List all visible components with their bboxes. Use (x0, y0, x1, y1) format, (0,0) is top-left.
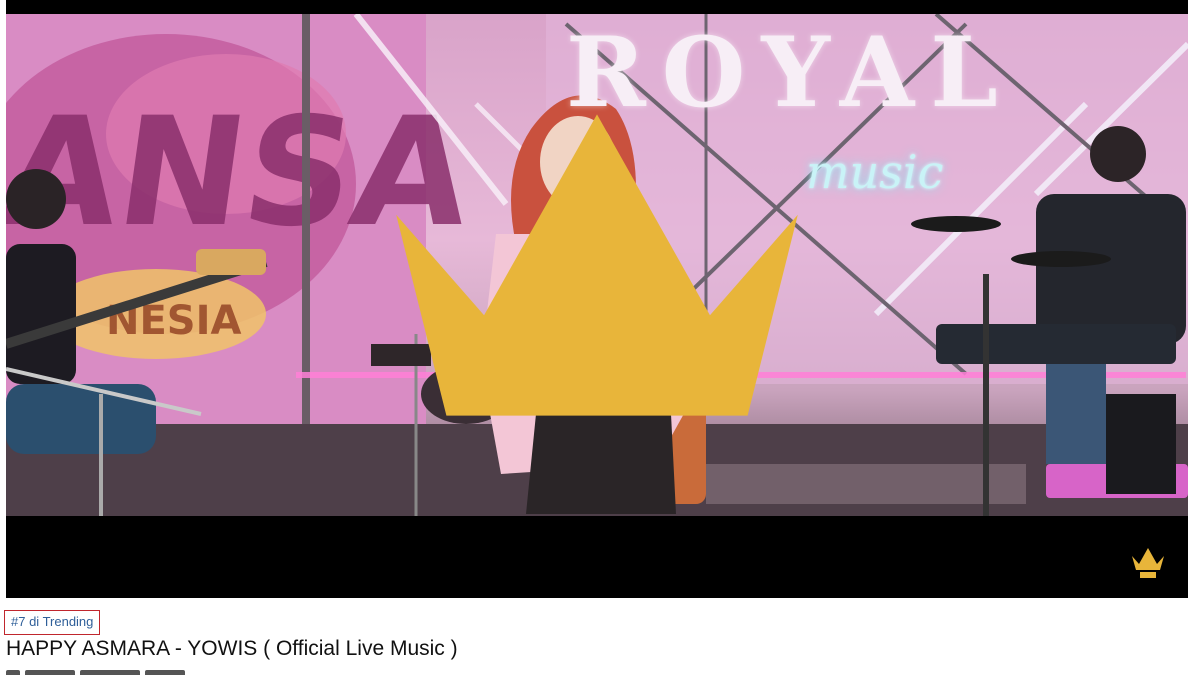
video-title: HAPPY ASMARA - YOWIS ( Official Live Mus… (6, 637, 458, 660)
video-player[interactable]: ANSA NESIA ROYAL music (6, 0, 1188, 598)
video-frame: ANSA NESIA ROYAL music (6, 14, 1188, 516)
video-meta-row (6, 670, 266, 675)
royal-crown-logo-icon (396, 114, 798, 416)
royal-crown-watermark-icon (1132, 548, 1164, 578)
trending-badge[interactable]: #7 di Trending (4, 610, 101, 635)
video-page: ANSA NESIA ROYAL music #7 di Trending HA… (0, 0, 1200, 675)
